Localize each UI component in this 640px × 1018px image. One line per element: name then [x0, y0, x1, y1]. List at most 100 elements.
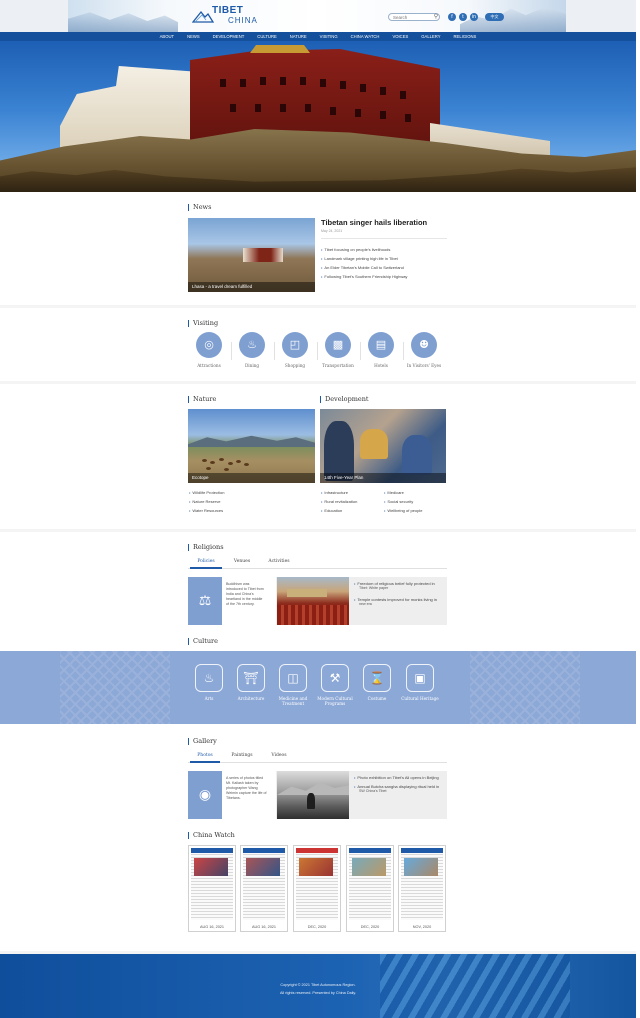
- logo-text-china: CHINA: [228, 16, 258, 25]
- news-headline[interactable]: Tibetan singer hails liberation: [321, 218, 427, 227]
- culture-medicine[interactable]: ◫ Medicine and Treatment: [273, 664, 313, 706]
- nav-item-news[interactable]: NEWS: [181, 32, 207, 41]
- nav-item-religions[interactable]: RELIGIONS: [447, 32, 483, 41]
- heritage-icon: ▣: [406, 664, 434, 692]
- visiting-shopping[interactable]: ◰ Shopping: [275, 332, 315, 368]
- china-watch-title[interactable]: China Watch: [188, 832, 235, 839]
- nav-item-about[interactable]: ABOUT: [153, 32, 180, 41]
- nav-item-culture[interactable]: CULTURE: [251, 32, 283, 41]
- nature-list-item[interactable]: Water Resources: [189, 508, 223, 513]
- development-image-caption[interactable]: 14th Five-Year Plan: [320, 473, 446, 483]
- nav-item-china-watch[interactable]: CHINA WATCH: [344, 32, 386, 41]
- tab-activities[interactable]: Activities: [262, 559, 296, 564]
- nature-title[interactable]: Nature: [188, 396, 216, 403]
- news-list-item[interactable]: Following Tibet's Southern Friendship Hi…: [321, 274, 407, 279]
- tab-photos[interactable]: Photos: [190, 753, 220, 758]
- development-title[interactable]: Development: [320, 396, 369, 403]
- news-list-item[interactable]: Landmark village printing high life in T…: [321, 256, 397, 261]
- newspaper-issue[interactable]: DEC, 2020: [293, 845, 341, 932]
- divider: [321, 238, 447, 239]
- tab-paintings[interactable]: Paintings: [226, 753, 258, 758]
- nature-feature-image[interactable]: Ecotope: [188, 409, 315, 483]
- gallery-feature-card[interactable]: ◉ A series of photos titled Mt. Kailash t…: [188, 771, 271, 819]
- arts-icon: ♨: [195, 664, 223, 692]
- culture-modern-programs[interactable]: ⚒ Modern Cultural Programs: [315, 664, 355, 706]
- gallery-list-item[interactable]: Annual Butcha sangha displaying ritual h…: [354, 784, 446, 794]
- visiting-visitors-eyes[interactable]: ☻ In Visitors' Eyes: [404, 332, 444, 368]
- development-list-item[interactable]: Infrastructure: [321, 490, 348, 495]
- medicine-icon: ◫: [279, 664, 307, 692]
- gallery-photo[interactable]: [277, 771, 349, 819]
- nav-item-nature[interactable]: NATURE: [283, 32, 313, 41]
- news-date: May 24, 2021: [321, 229, 343, 233]
- costume-icon: ⌛: [363, 664, 391, 692]
- camera-icon: ◎: [196, 332, 222, 358]
- news-section: [0, 192, 636, 305]
- news-list-item[interactable]: An Elder Tibetan's Mobile Call to Switze…: [321, 265, 403, 270]
- culture-costume[interactable]: ⌛ Costume: [357, 664, 397, 701]
- newspaper-issue[interactable]: AUG 16, 2021: [188, 845, 236, 932]
- newspaper-issue[interactable]: DEC, 2020: [346, 845, 394, 932]
- culture-architecture[interactable]: ⛩ Architecture: [231, 664, 271, 701]
- footer-credit: All rights reserved. Presented by China …: [279, 991, 357, 995]
- development-list-item[interactable]: Social security: [384, 499, 413, 504]
- development-list-item[interactable]: Rural revitalization: [321, 499, 357, 504]
- news-title[interactable]: News: [188, 204, 211, 211]
- culture-arts[interactable]: ♨ Arts: [189, 664, 229, 701]
- nav-item-visiting[interactable]: VISITING: [313, 32, 344, 41]
- shopping-icon: ◰: [282, 332, 308, 358]
- visiting-dining[interactable]: ♨ Dining: [232, 332, 272, 368]
- gallery-title[interactable]: Gallery: [188, 738, 217, 745]
- religions-list-item[interactable]: Temple contests improved for monks livin…: [354, 597, 446, 607]
- development-feature-image[interactable]: 14th Five-Year Plan: [320, 409, 446, 483]
- nature-development-section: [0, 384, 636, 529]
- nav-item-gallery[interactable]: GALLERY: [415, 32, 447, 41]
- religions-title[interactable]: Religions: [188, 544, 224, 551]
- news-feature-image[interactable]: Lhasa - a travel dream fulfilled: [188, 218, 315, 292]
- main-nav: ABOUT NEWS DEVELOPMENT CULTURE NATURE VI…: [0, 32, 636, 41]
- religions-feature-card[interactable]: ⚖ Buddhism was introduced to Tibet from I…: [188, 577, 271, 625]
- camera-icon: ◉: [188, 771, 222, 819]
- footer-copyright: Copyright © 2021 Tibet Autonomous Region…: [280, 983, 356, 987]
- language-switch[interactable]: 中文: [485, 13, 504, 21]
- visiting-hotels[interactable]: ▤ Hotels: [361, 332, 401, 368]
- programs-icon: ⚒: [321, 664, 349, 692]
- newspaper-issue[interactable]: NOV, 2020: [398, 845, 446, 932]
- religions-photo[interactable]: [277, 577, 349, 625]
- hero-image-potala-palace: [0, 41, 636, 192]
- logo-mountain-icon: [192, 10, 214, 23]
- scales-icon: ⚖: [188, 577, 222, 625]
- tab-policies[interactable]: Policies: [190, 559, 222, 564]
- visiting-attractions[interactable]: ◎ Attractions: [189, 332, 229, 368]
- news-image-caption[interactable]: Lhasa - a travel dream fulfilled: [188, 282, 315, 292]
- religions-list-item[interactable]: Freedom of religious belief fully protec…: [354, 581, 446, 591]
- transport-icon: ▩: [325, 332, 351, 358]
- culture-heritage[interactable]: ▣ Cultural Heritage: [400, 664, 440, 701]
- hotel-icon: ▤: [368, 332, 394, 358]
- development-list-item[interactable]: Wellbeing of people: [384, 508, 422, 513]
- gallery-list-item[interactable]: Photo exhibition on Tibet's Ali opens in…: [354, 775, 446, 780]
- tab-venues[interactable]: Venues: [226, 559, 258, 564]
- facebook-icon[interactable]: f: [448, 13, 456, 21]
- linkedin-icon[interactable]: in: [470, 13, 478, 21]
- culture-title[interactable]: Culture: [188, 638, 218, 645]
- logo-text-tibet: TIBET: [212, 5, 244, 16]
- development-list-item[interactable]: Education: [321, 508, 342, 513]
- site-logo[interactable]: TIBET CHINA: [192, 5, 262, 27]
- development-list-item[interactable]: Medicare: [384, 490, 403, 495]
- news-list-item[interactable]: Tibet focusing on people's livelihoods: [321, 247, 390, 252]
- newspaper-issue[interactable]: AUG 16, 2021: [240, 845, 288, 932]
- dining-icon: ♨: [239, 332, 265, 358]
- nature-list-item[interactable]: Wildlife Protection: [189, 490, 224, 495]
- search-icon[interactable]: ⚲: [432, 13, 440, 21]
- tab-videos[interactable]: Videos: [264, 753, 294, 758]
- visitor-icon: ☻: [411, 332, 437, 358]
- nature-list-item[interactable]: Nature Reserve: [189, 499, 220, 504]
- nav-item-voices[interactable]: VOICES: [386, 32, 415, 41]
- visiting-transportation[interactable]: ▩ Transportation: [318, 332, 358, 368]
- twitter-icon[interactable]: t: [459, 13, 467, 21]
- nav-item-development[interactable]: DEVELOPMENT: [206, 32, 251, 41]
- nature-image-caption[interactable]: Ecotope: [188, 473, 315, 483]
- architecture-icon: ⛩: [237, 664, 265, 692]
- visiting-title[interactable]: Visiting: [188, 320, 218, 327]
